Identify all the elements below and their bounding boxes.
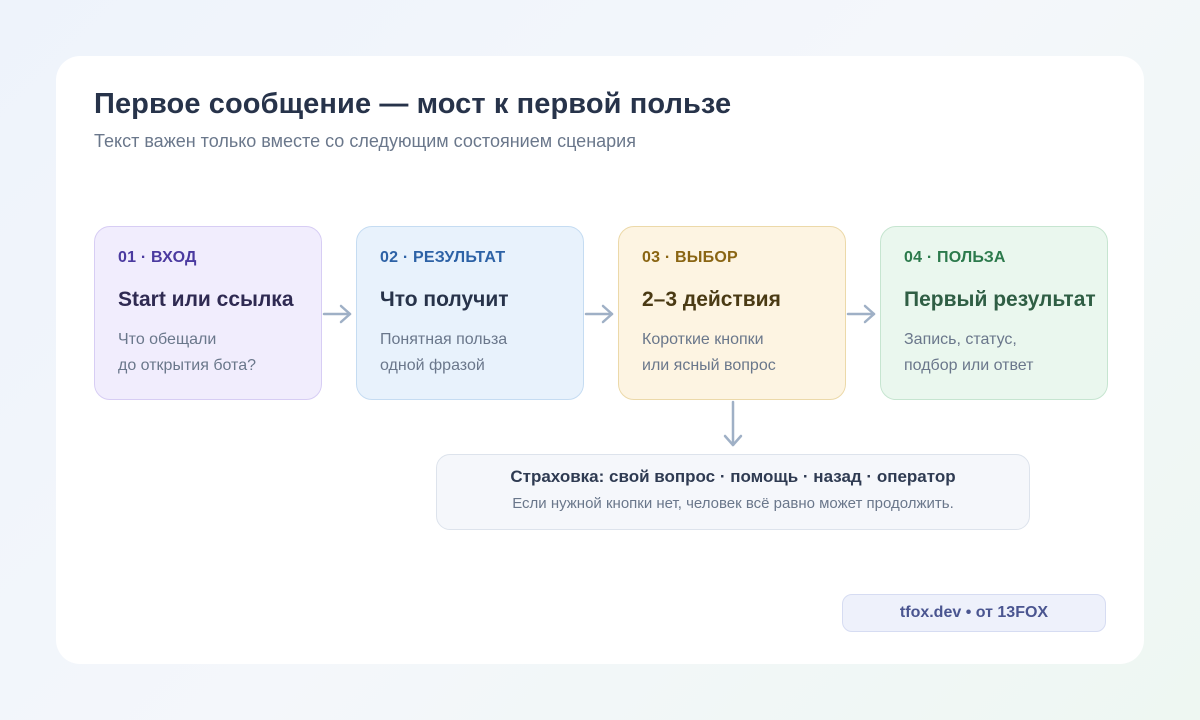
arrow-right-icon <box>584 304 614 324</box>
fallback-title: Страховка: свой вопрос · помощь · назад … <box>510 467 956 486</box>
arrow-right-icon <box>322 304 352 324</box>
fallback-description: Если нужной кнопки нет, человек всё равн… <box>512 495 954 512</box>
arrow-right-icon <box>846 304 876 324</box>
brand-badge: tfox.dev • от 13FOX <box>842 594 1106 632</box>
arrow-down-icon <box>723 400 743 447</box>
fallback-box: Страховка: свой вопрос · помощь · назад … <box>436 454 1030 530</box>
